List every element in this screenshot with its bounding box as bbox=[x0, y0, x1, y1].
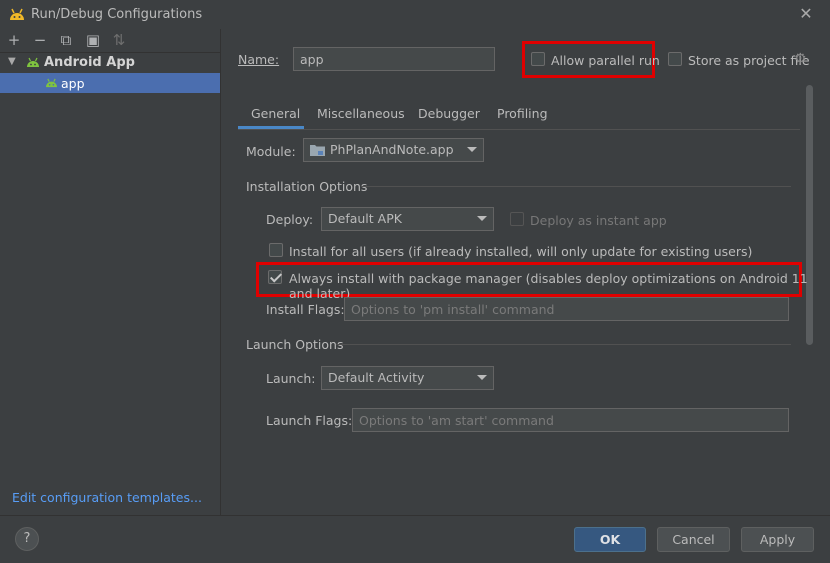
tabs-divider bbox=[238, 129, 800, 130]
tree-item-label: Android App bbox=[44, 55, 135, 70]
android-icon bbox=[46, 78, 57, 88]
launch-dropdown[interactable]: Default Activity bbox=[321, 366, 494, 390]
sort-icon[interactable]: ⇅ bbox=[110, 31, 128, 49]
ok-button[interactable]: OK bbox=[574, 527, 646, 552]
copy-icon[interactable]: ⧉ bbox=[57, 31, 75, 49]
remove-icon[interactable]: − bbox=[31, 31, 49, 49]
tree-item-label: app bbox=[61, 76, 85, 91]
tab-debugger[interactable]: Debugger bbox=[418, 106, 480, 121]
name-label: Name: bbox=[238, 52, 280, 67]
install-flags-input[interactable] bbox=[344, 297, 789, 321]
close-icon[interactable]: ✕ bbox=[797, 5, 815, 23]
install-flags-label: Install Flags: bbox=[266, 302, 345, 317]
allow-parallel-run-label[interactable]: Allow parallel run bbox=[551, 53, 660, 68]
install-all-users-label[interactable]: Install for all users (if already instal… bbox=[289, 244, 752, 259]
launch-flags-label: Launch Flags: bbox=[266, 413, 353, 428]
active-tab-indicator bbox=[238, 126, 304, 129]
launch-flags-input[interactable] bbox=[352, 408, 789, 432]
tab-miscellaneous[interactable]: Miscellaneous bbox=[317, 106, 405, 121]
footer-divider bbox=[0, 515, 830, 516]
window-title: Run/Debug Configurations bbox=[31, 7, 203, 22]
install-all-users-checkbox[interactable] bbox=[269, 243, 283, 257]
package-manager-checkbox[interactable] bbox=[268, 270, 282, 284]
help-button[interactable]: ? bbox=[15, 527, 39, 551]
deploy-dropdown[interactable]: Default APK bbox=[321, 207, 494, 231]
chevron-down-icon bbox=[477, 216, 487, 221]
allow-parallel-run-checkbox[interactable] bbox=[531, 52, 545, 66]
launch-label: Launch: bbox=[266, 371, 316, 386]
chevron-down-icon[interactable]: ▼ bbox=[8, 56, 16, 67]
folder-icon[interactable]: ▣ bbox=[84, 31, 102, 49]
scrollbar[interactable] bbox=[806, 85, 813, 345]
tab-general[interactable]: General bbox=[251, 106, 300, 121]
android-studio-icon bbox=[10, 8, 24, 20]
edit-templates-link[interactable]: Edit configuration templates... bbox=[12, 490, 202, 505]
add-icon[interactable]: + bbox=[5, 31, 23, 49]
tree-item-app[interactable] bbox=[0, 73, 220, 93]
installation-options-title: Installation Options bbox=[246, 179, 368, 194]
section-divider bbox=[361, 186, 791, 187]
module-folder-icon bbox=[310, 145, 325, 156]
apply-button[interactable]: Apply bbox=[741, 527, 814, 552]
deploy-value: Default APK bbox=[328, 211, 402, 226]
deploy-label: Deploy: bbox=[266, 212, 314, 227]
store-as-project-file-label[interactable]: Store as project file bbox=[688, 53, 810, 68]
store-as-project-file-checkbox[interactable] bbox=[668, 52, 682, 66]
tab-profiling[interactable]: Profiling bbox=[497, 106, 548, 121]
module-label: Module: bbox=[246, 144, 296, 159]
chevron-down-icon bbox=[467, 147, 477, 152]
section-divider bbox=[336, 344, 791, 345]
deploy-instant-app-checkbox[interactable] bbox=[510, 212, 524, 226]
deploy-instant-app-label[interactable]: Deploy as instant app bbox=[530, 213, 667, 228]
module-dropdown[interactable]: PhPlanAndNote.app bbox=[303, 138, 484, 162]
name-input[interactable] bbox=[293, 47, 495, 71]
cancel-button[interactable]: Cancel bbox=[657, 527, 730, 552]
module-value: PhPlanAndNote.app bbox=[330, 142, 454, 157]
chevron-down-icon bbox=[477, 375, 487, 380]
launch-options-title: Launch Options bbox=[246, 337, 344, 352]
launch-value: Default Activity bbox=[328, 370, 425, 385]
gear-icon[interactable]: ⚙ bbox=[794, 52, 808, 66]
configurations-sidebar bbox=[0, 29, 221, 515]
android-icon bbox=[27, 57, 39, 67]
